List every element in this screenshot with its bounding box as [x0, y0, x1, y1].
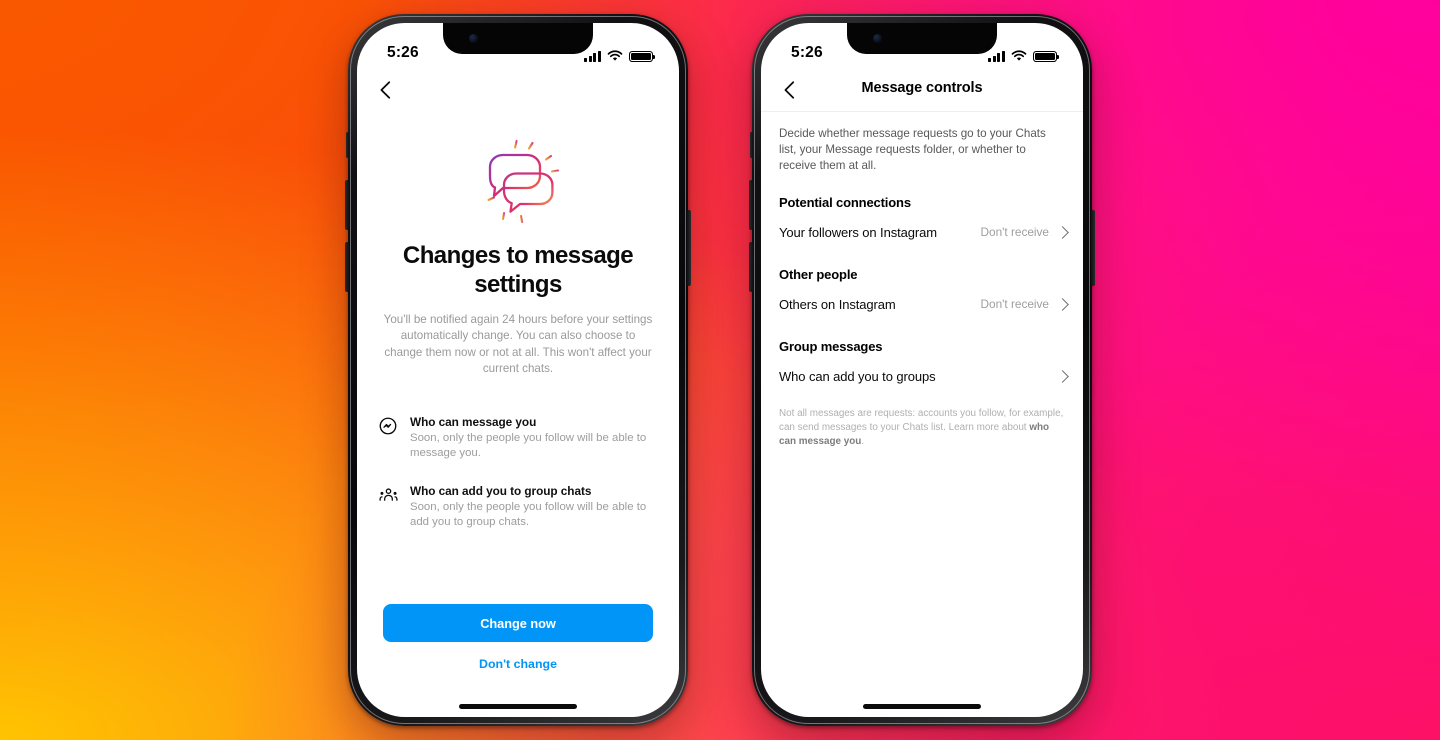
messenger-chat-icon [379, 415, 398, 462]
notch-right [847, 23, 997, 54]
row-right: Don't receive [980, 225, 1069, 240]
list-item-description: Soon, only the people you follow will be… [410, 431, 647, 460]
phone-left: 5:26 Changes to message settings You'll … [345, 14, 691, 726]
footnote-prefix: Not all messages are requests: accounts … [779, 407, 1064, 434]
row-label: Others on Instagram [779, 296, 896, 312]
list-item-title: Who can add you to group chats [410, 483, 592, 498]
screen-right: 5:26 Message controls Decide whether mes… [761, 23, 1083, 717]
volume-down-button-right[interactable] [749, 242, 753, 292]
page-title: Changes to message settings [402, 242, 634, 298]
list-item-description: Soon, only the people you follow will be… [410, 500, 647, 529]
screen-left: 5:26 Changes to message settings You'll … [357, 23, 679, 717]
nav-bar-left [357, 69, 679, 111]
chevron-right-icon [1056, 369, 1069, 383]
list-item-title: Who can message you [410, 414, 537, 429]
power-button-right[interactable] [1091, 210, 1095, 286]
page-subtitle: You'll be notified again 24 hours before… [383, 313, 653, 376]
home-indicator-right[interactable] [863, 704, 981, 709]
section-heading-group-messages: Group messages [779, 338, 883, 354]
front-camera-icon [873, 34, 882, 43]
phone-right: 5:26 Message controls Decide whether mes… [749, 14, 1095, 726]
section-heading-potential-connections: Potential connections [779, 194, 911, 210]
speech-bubbles-icon [357, 139, 679, 223]
wifi-icon [607, 50, 623, 61]
chevron-right-icon [1056, 225, 1069, 239]
status-icons [988, 50, 1060, 62]
status-time: 5:26 [387, 44, 419, 61]
cellular-signal-icon [584, 51, 601, 62]
row-others-on-instagram[interactable]: Others on Instagram Don't receive [761, 286, 1083, 323]
row-value: Don't receive [980, 297, 1049, 312]
right-content: Decide whether message requests go to yo… [761, 111, 1083, 717]
footnote: Not all messages are requests: accounts … [761, 395, 1083, 450]
row-label: Who can add you to groups [779, 368, 936, 384]
front-camera-icon [469, 34, 478, 43]
change-now-button[interactable]: Change now [383, 604, 653, 642]
screenshot-stage: 5:26 Changes to message settings You'll … [0, 0, 1440, 740]
mute-switch-left[interactable] [346, 132, 349, 158]
row-your-followers-on-instagram[interactable]: Your followers on Instagram Don't receiv… [761, 214, 1083, 251]
volume-up-button-left[interactable] [345, 180, 349, 230]
page-title: Message controls [861, 80, 983, 96]
group-people-icon [379, 484, 398, 531]
left-content: Changes to message settings You'll be no… [357, 111, 679, 717]
row-value: Don't receive [980, 225, 1049, 240]
list-item-text: Who can message you Soon, only the peopl… [410, 415, 657, 462]
notch-left [443, 23, 593, 54]
battery-icon [629, 50, 656, 62]
list-item: Who can message you Soon, only the peopl… [379, 415, 657, 462]
section-heading-other-people: Other people [779, 266, 858, 282]
power-button-left[interactable] [687, 210, 691, 286]
action-buttons: Change now Don't change [357, 604, 679, 671]
dont-change-button[interactable]: Don't change [383, 657, 653, 671]
list-item-text: Who can add you to group chats Soon, onl… [410, 484, 657, 531]
footnote-suffix: . [861, 436, 865, 448]
cellular-signal-icon [988, 51, 1005, 62]
wifi-icon [1011, 50, 1027, 61]
intro-text: Decide whether message requests go to yo… [779, 127, 1046, 173]
mute-switch-right[interactable] [750, 132, 753, 158]
status-time: 5:26 [791, 44, 823, 61]
volume-up-button-right[interactable] [749, 180, 753, 230]
volume-down-button-left[interactable] [345, 242, 349, 292]
row-label: Your followers on Instagram [779, 224, 937, 240]
list-item: Who can add you to group chats Soon, onl… [379, 484, 657, 531]
nav-bar-right: Message controls [761, 69, 1083, 111]
battery-icon [1033, 50, 1060, 62]
row-right [1056, 369, 1069, 383]
chevron-right-icon [1056, 297, 1069, 311]
home-indicator-left[interactable] [459, 704, 577, 709]
feature-list: Who can message you Soon, only the peopl… [379, 415, 657, 531]
chevron-left-icon[interactable] [375, 79, 397, 101]
row-who-can-add-you-to-groups[interactable]: Who can add you to groups [761, 358, 1083, 395]
status-icons [584, 50, 656, 62]
row-right: Don't receive [980, 297, 1069, 312]
